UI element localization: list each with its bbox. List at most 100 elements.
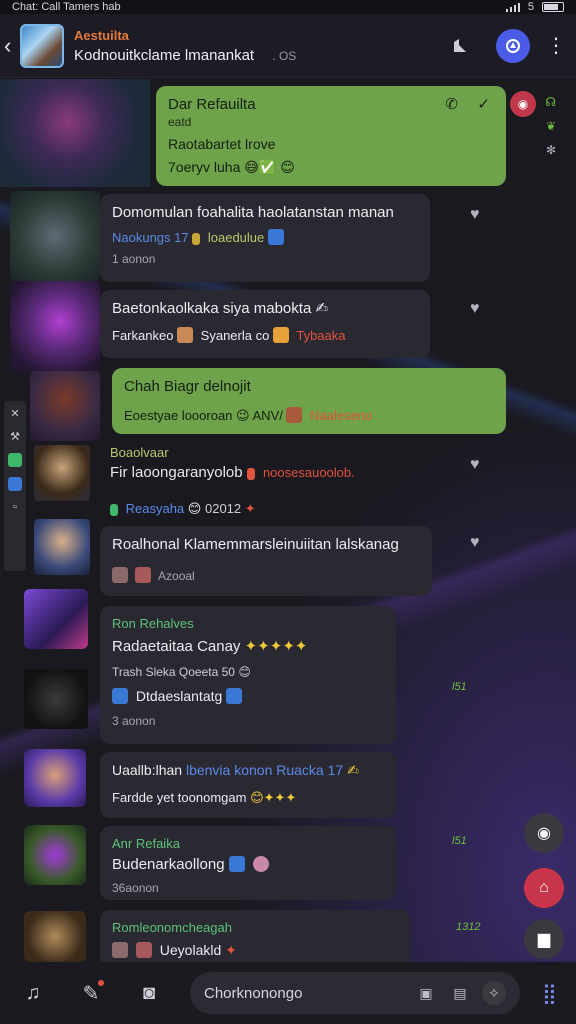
sticker-icon — [286, 406, 303, 423]
message-text: Domomulan foahalita haolatanstan manan — [112, 204, 394, 221]
emoji-icon — [252, 856, 269, 873]
notification-icon[interactable]: ◉ — [510, 91, 536, 117]
heart-icon[interactable]: ♥ — [470, 456, 480, 474]
image-icon — [267, 228, 284, 245]
message-sub: Azooal — [112, 566, 420, 584]
chat-subtitle-text: Kodnouitkclame lmanankat — [74, 46, 255, 64]
message-side-time: 1312 — [456, 921, 481, 933]
sticker-icon — [177, 326, 194, 343]
music-icon[interactable]: ♫ — [16, 976, 50, 1010]
emoji-icon: 😊 — [187, 501, 202, 516]
message-incoming[interactable]: Roalhonal Klamemmarsleinuiitan lalskanag… — [100, 526, 432, 596]
message-incoming[interactable]: Baetonkaolkaka siya mabokta ✍ Farkankeo … — [100, 290, 430, 358]
right-rail: ◉ ☊ ❦ ✻ ◉ ⌂ ▆ — [506, 79, 576, 962]
message-text: Budenarkaollong — [112, 856, 384, 875]
emoji-icon: ✍ — [347, 762, 359, 778]
message-incoming[interactable]: Ron Rehalves Radaetaitaa Canay ✦✦✦✦✦ Tra… — [100, 606, 396, 744]
image-icon — [112, 566, 128, 583]
message-tags: Farkankeo Syanerla co Tybaaka — [112, 326, 346, 343]
pin-icon[interactable] — [442, 28, 478, 64]
heart-icon[interactable]: ♥ — [470, 300, 480, 318]
spark-icon: ✻ — [545, 143, 556, 157]
message-footer: Reasyaha 😊 02012 ✦ — [110, 501, 440, 517]
camera-icon[interactable]: ◙ — [132, 976, 166, 1010]
status-bar: Chat: Call Tamers hab 5 — [0, 0, 576, 14]
brush-icon[interactable]: ✎ — [74, 976, 108, 1010]
emoji-icon: 😊 — [238, 665, 251, 679]
check-icon: ✓ — [477, 96, 490, 113]
media-thumbnail[interactable] — [10, 281, 100, 371]
wing-icon: ✦ — [244, 501, 256, 516]
menu-icon[interactable]: ⋮ — [546, 33, 566, 58]
chat-area[interactable]: ✕ ⚒ ▫ Dar Refauilta eatd Raotabartet lro… — [0, 79, 576, 962]
heart-icon[interactable]: ♥ — [470, 534, 480, 552]
gift-box-image[interactable] — [24, 589, 88, 649]
sender-avatar[interactable] — [24, 911, 86, 962]
gift-icon[interactable]: ✧ — [482, 981, 506, 1005]
message-incoming[interactable]: Anr Refaika Budenarkaollong 36aonon — [100, 826, 396, 900]
message-time: 36aonon — [112, 881, 159, 895]
status-network-label: 5 — [527, 1, 534, 13]
message-text: Baetonkaolkaka siya mabokta ✍ — [112, 300, 329, 317]
message-text: Uaallb:lhan lbenvia konon Ruacka 17 ✍ — [112, 762, 359, 778]
phone-icon[interactable]: ✆ — [445, 96, 458, 115]
image-icon — [135, 566, 152, 583]
sender-name: Ron Rehalves — [112, 616, 194, 631]
media-thumbnail[interactable] — [24, 669, 88, 729]
square-icon[interactable]: ▫ — [13, 501, 17, 513]
scroll-icon[interactable]: ◉ — [524, 813, 564, 853]
image-icon — [135, 942, 152, 959]
sticker-icon — [272, 326, 289, 343]
green-note-icon: ☊ — [545, 95, 556, 109]
sender-name: Anr Refaika — [112, 836, 180, 851]
green-app-icon[interactable] — [8, 453, 22, 467]
emoji-icon: ✦✦✦✦✦ — [244, 638, 308, 656]
message-line: Fardde yet toonomgam 😊✦✦✦ — [112, 789, 297, 805]
message-input[interactable]: Chorknonongo ▣ ▤ ✧ — [190, 972, 520, 1014]
sender-avatar[interactable] — [34, 445, 90, 501]
message-line: Raotabartet lrove — [168, 135, 276, 152]
message-incoming[interactable]: Boaolvaar Fir laoongaranyolob noosesauoo… — [110, 445, 440, 517]
emoji-icon: ✍ — [315, 300, 329, 317]
apps-grid-icon[interactable]: ⣿ — [542, 981, 557, 1006]
tag-icon — [192, 232, 201, 245]
emoji-icon: ✦ — [225, 942, 237, 959]
message-side-time: l51 — [452, 835, 467, 847]
message-tags: Naokungs 17 loaedulue — [112, 228, 418, 246]
message-line: 7oeryv luha 😅✅ 😊 — [168, 159, 295, 176]
sender-avatar[interactable] — [34, 519, 90, 575]
back-arrow-icon[interactable]: ‹ — [4, 34, 18, 57]
hammer-icon[interactable]: ⚒ — [10, 430, 20, 443]
call-icon[interactable] — [496, 28, 530, 63]
image-icon — [112, 942, 128, 959]
image-icon — [112, 688, 128, 704]
sticker-icon[interactable]: ▣ — [414, 981, 438, 1005]
message-text: Radaetaitaa Canay ✦✦✦✦✦ — [112, 638, 308, 656]
emoji-icon: 😅✅ 😊 — [244, 159, 295, 176]
sender-avatar[interactable] — [24, 749, 86, 807]
close-icon[interactable]: ✕ — [10, 407, 19, 420]
message-input-text[interactable]: Chorknonongo — [204, 985, 404, 1002]
leaf-icon: ❦ — [545, 119, 556, 133]
message-outgoing[interactable]: Chah Biagr delnojit Eoestyae loooroan 😉 … — [112, 368, 506, 434]
battery-icon — [542, 2, 564, 12]
home-icon[interactable]: ⌂ — [524, 868, 564, 908]
chat-title-group[interactable]: Aestuilta Kodnouitkclame lmanankat . OS — [74, 28, 428, 64]
heart-icon[interactable]: ♥ — [470, 206, 480, 224]
avatar[interactable] — [20, 23, 64, 68]
gallery-icon[interactable]: ▤ — [448, 981, 472, 1005]
blue-app-icon[interactable] — [8, 477, 22, 491]
message-title: Chah Biagr delnojit — [124, 378, 251, 395]
message-time: 3 aonon — [112, 713, 156, 728]
sender-avatar[interactable] — [24, 825, 86, 885]
media-thumbnail[interactable] — [10, 191, 100, 281]
message-incoming[interactable]: Romleonomcheagah Ueyolakld ✦ — [100, 910, 410, 962]
message-incoming[interactable]: Uaallb:lhan lbenvia konon Ruacka 17 ✍ Fa… — [100, 752, 396, 818]
image-icon — [226, 688, 243, 704]
message-outgoing[interactable]: Dar Refauilta eatd Raotabartet lrove 7oe… — [156, 86, 506, 186]
emoji-icon: 😊✦✦✦ — [250, 789, 297, 805]
hero-image[interactable] — [0, 79, 150, 187]
message-incoming[interactable]: Domomulan foahalita haolatanstan manan N… — [100, 194, 430, 282]
media-thumbnail[interactable] — [30, 371, 100, 441]
chat-icon[interactable]: ▆ — [524, 919, 564, 959]
